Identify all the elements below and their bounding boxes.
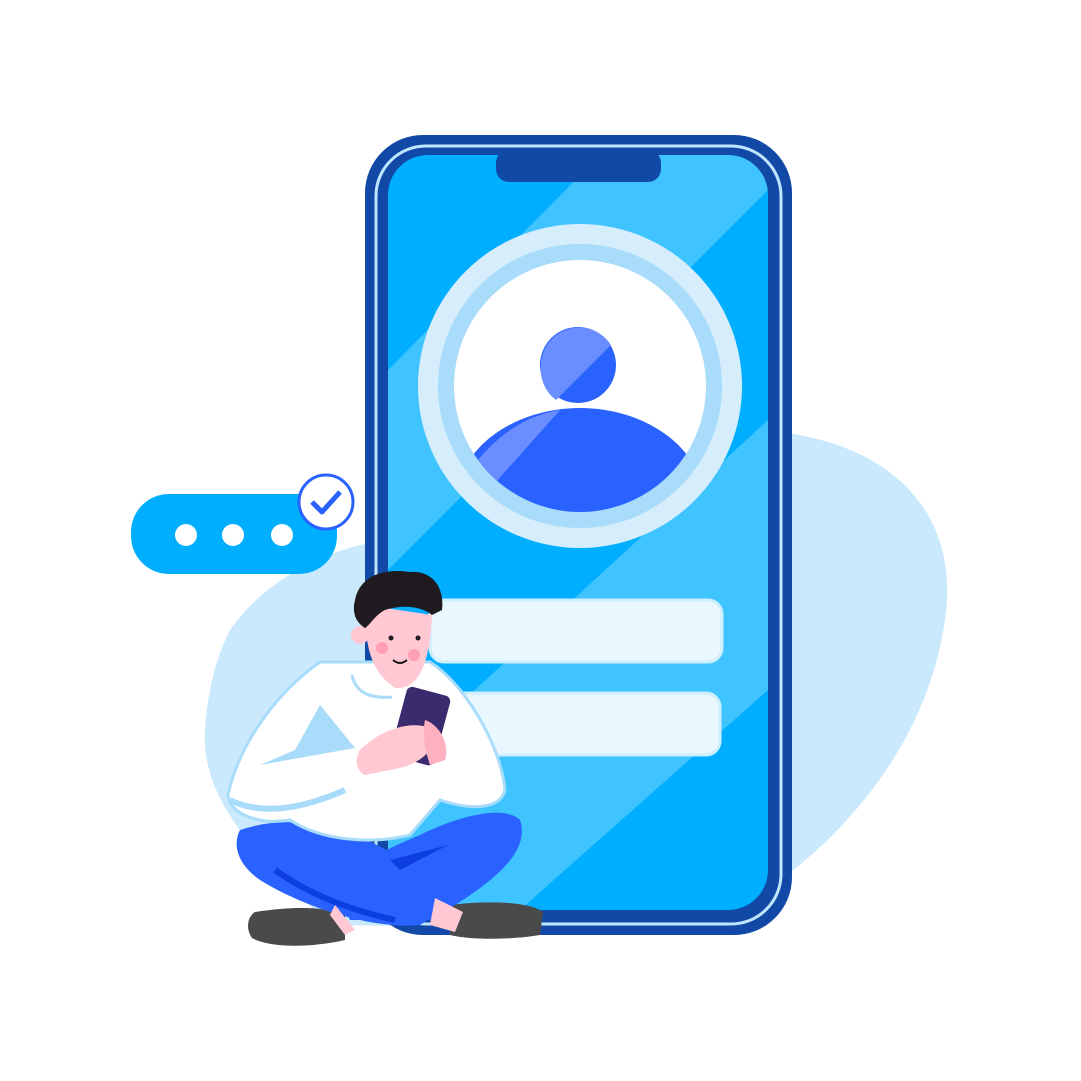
phone-notch	[496, 150, 661, 182]
illustration	[131, 135, 948, 946]
input-field-1[interactable]	[428, 598, 724, 664]
check-badge-icon	[297, 473, 355, 531]
